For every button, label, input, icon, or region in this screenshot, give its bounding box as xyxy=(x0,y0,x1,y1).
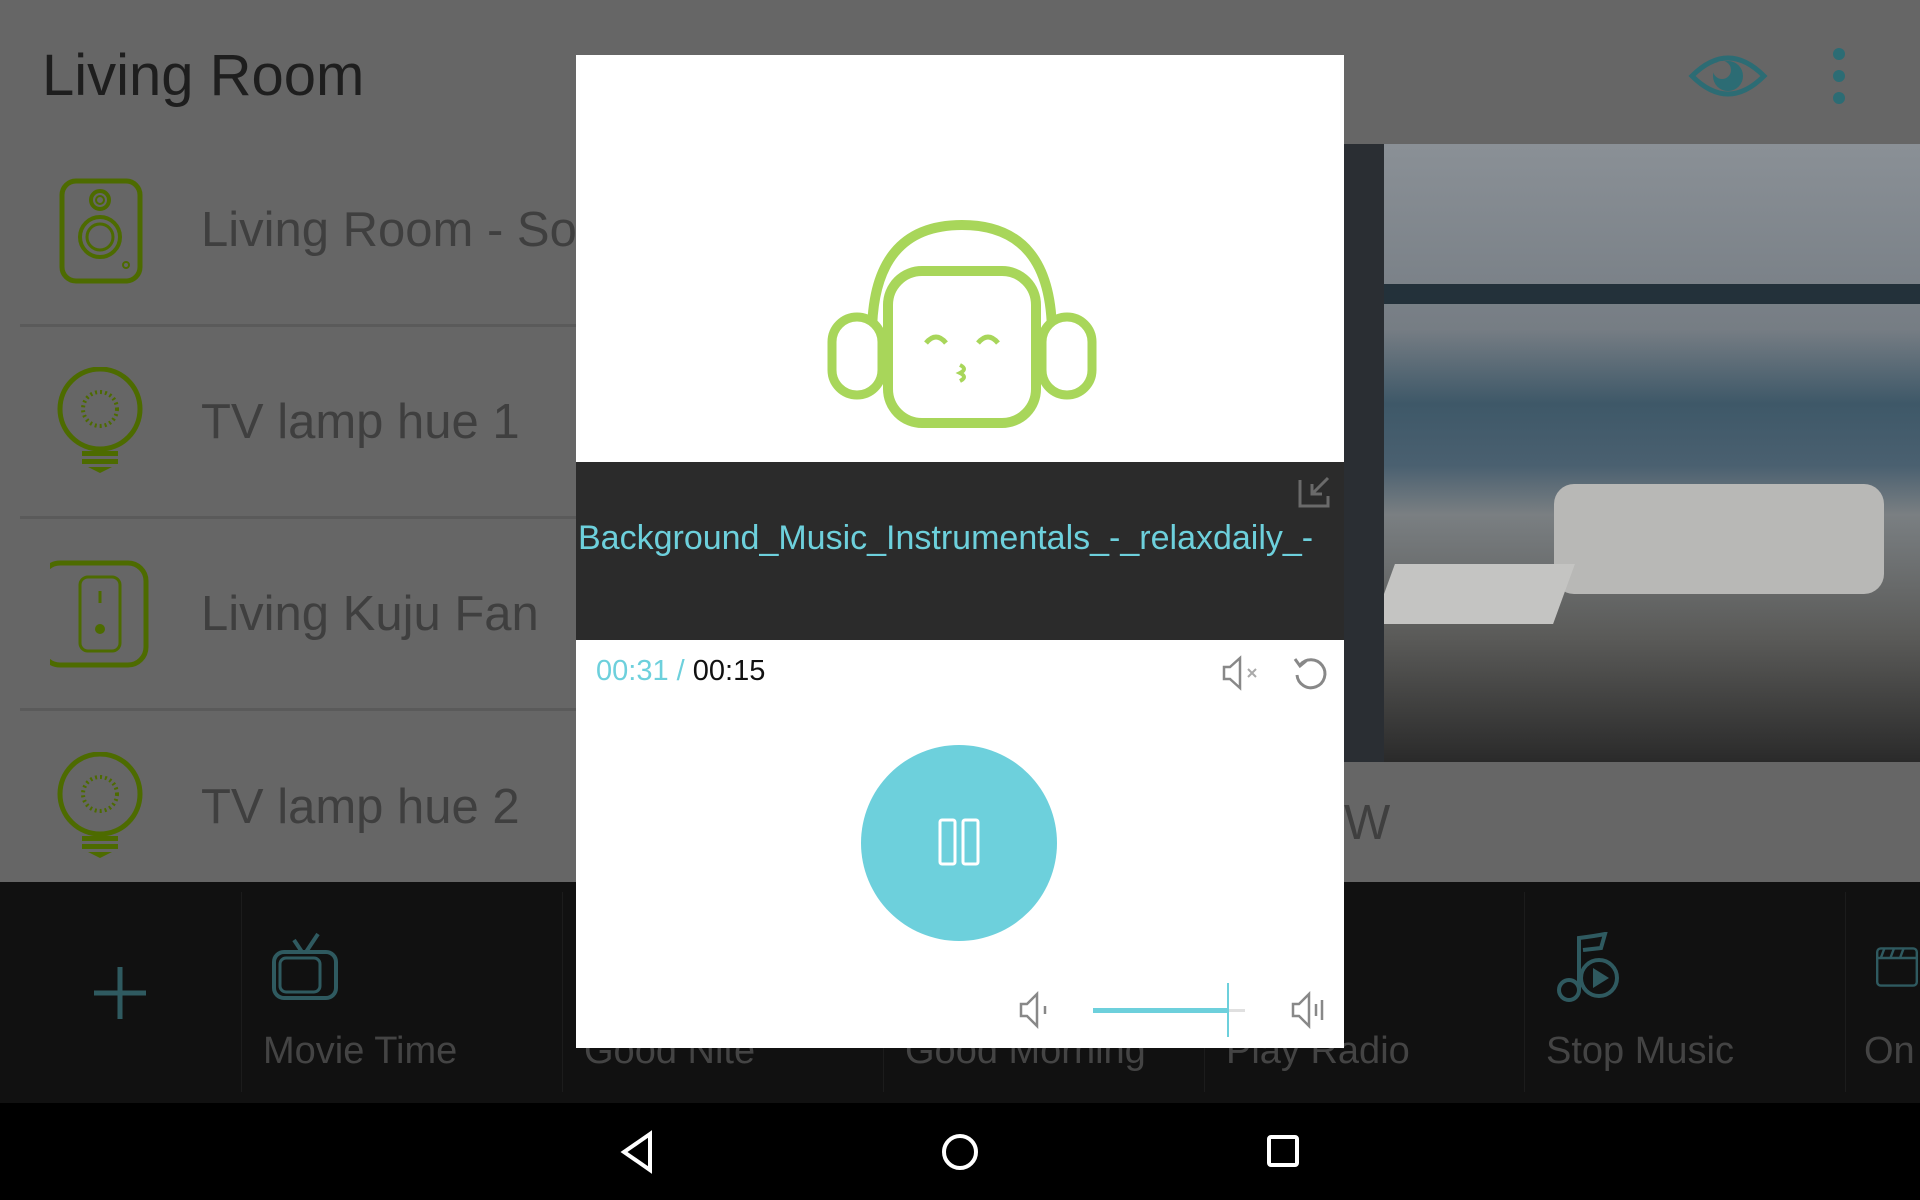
room-photo xyxy=(1344,144,1920,762)
volume-slider[interactable] xyxy=(1093,955,1245,1045)
device-label: Living Room - So xyxy=(201,202,577,257)
clapper-icon xyxy=(1876,947,1918,987)
device-row[interactable]: TV lamp hue 2 xyxy=(20,711,576,903)
more-vertical-icon[interactable] xyxy=(1829,46,1849,106)
plus-icon[interactable] xyxy=(94,967,146,1019)
device-row[interactable]: Living Room - So xyxy=(20,135,577,327)
time-readout: 00:31 / 00:15 xyxy=(596,655,765,688)
scene-on[interactable]: On xyxy=(1845,892,1920,1092)
side-panel-text: W xyxy=(1344,796,1391,850)
mute-icon[interactable] xyxy=(1220,655,1264,691)
recents-icon[interactable] xyxy=(1266,1134,1300,1168)
pause-icon xyxy=(938,818,980,865)
audio-player-dialog: Background_Music_Instrumentals_-_relaxda… xyxy=(576,55,1344,1048)
scene-movie-time[interactable]: Movie Time xyxy=(241,892,562,1092)
switch-icon xyxy=(50,560,149,667)
collapse-icon[interactable] xyxy=(1296,474,1332,510)
music-icon xyxy=(1557,932,1619,1002)
replay-icon[interactable] xyxy=(1292,655,1328,691)
back-icon[interactable] xyxy=(618,1130,654,1174)
total-time: 00:15 xyxy=(692,655,766,687)
device-row[interactable]: TV lamp hue 1 xyxy=(20,327,576,519)
pause-button[interactable] xyxy=(861,745,1057,941)
scene-stop-music[interactable]: Stop Music xyxy=(1524,892,1845,1092)
home-icon[interactable] xyxy=(940,1132,980,1172)
device-label: TV lamp hue 1 xyxy=(201,394,520,449)
device-row[interactable]: Living Kuju Fan xyxy=(20,519,576,711)
scene-label: Stop Music xyxy=(1546,1030,1734,1072)
volume-high-icon[interactable] xyxy=(1289,990,1329,1030)
speaker-icon xyxy=(59,178,143,283)
volume-low-icon[interactable] xyxy=(1017,990,1053,1030)
bulb-icon xyxy=(57,752,143,858)
headphones-logo-icon xyxy=(827,219,1097,428)
bulb-icon xyxy=(57,366,143,473)
tv-icon xyxy=(272,932,338,1000)
system-nav-bar xyxy=(0,1103,1920,1200)
scene-label: Movie Time xyxy=(263,1030,458,1072)
eye-icon[interactable] xyxy=(1688,46,1768,106)
scene-label: On xyxy=(1864,1030,1915,1072)
time-separator: / xyxy=(668,655,693,687)
current-time: 00:31 xyxy=(596,655,669,687)
track-info-band: Background_Music_Instrumentals_-_relaxda… xyxy=(576,462,1344,640)
volume-thumb[interactable] xyxy=(1227,983,1230,1037)
track-filename: Background_Music_Instrumentals_-_relaxda… xyxy=(578,519,1314,557)
page-title: Living Room xyxy=(42,43,365,108)
device-label: TV lamp hue 2 xyxy=(201,780,520,834)
device-label: Living Kuju Fan xyxy=(201,586,539,641)
